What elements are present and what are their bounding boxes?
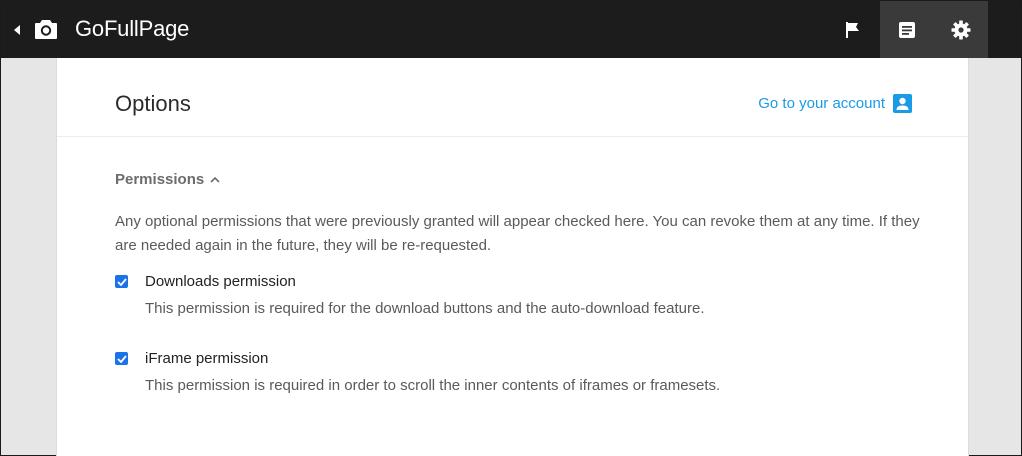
downloads-permission-label: Downloads permission xyxy=(145,273,296,290)
caret-left-icon xyxy=(14,25,20,35)
flag-icon xyxy=(846,21,859,38)
document-icon xyxy=(899,21,915,38)
top-bar: GoFullPage xyxy=(1,1,1021,58)
permissions-section-label: Permissions xyxy=(115,171,205,188)
app-title: GoFullPage xyxy=(75,16,190,41)
options-card: Options Go to your account Permissions A… xyxy=(56,58,969,456)
iframe-permission-description: This permission is required in order to … xyxy=(145,377,721,394)
permissions-section-toggle[interactable]: Permissions xyxy=(115,171,220,188)
card-header: Options Go to your account xyxy=(57,58,968,137)
page-title: Options xyxy=(115,91,191,116)
go-to-account-link[interactable]: Go to your account xyxy=(758,94,912,113)
settings-button[interactable] xyxy=(934,1,988,58)
camera-icon xyxy=(35,20,57,39)
downloads-permission-description: This permission is required for the down… xyxy=(145,300,705,317)
downloads-permission-checkbox[interactable] xyxy=(115,275,128,288)
checkmark-icon xyxy=(116,354,127,363)
checkmark-icon xyxy=(116,277,127,286)
back-button[interactable] xyxy=(11,21,25,39)
account-box-icon xyxy=(893,94,912,113)
gear-icon xyxy=(951,20,971,39)
iframe-permission-checkbox[interactable] xyxy=(115,352,128,365)
permissions-description: Any optional permissions that were previ… xyxy=(115,213,920,254)
iframe-permission-label: iFrame permission xyxy=(145,350,269,367)
flag-button[interactable] xyxy=(826,1,880,58)
account-link-label: Go to your account xyxy=(758,95,885,112)
document-button[interactable] xyxy=(880,1,934,58)
chevron-up-icon xyxy=(210,176,220,183)
